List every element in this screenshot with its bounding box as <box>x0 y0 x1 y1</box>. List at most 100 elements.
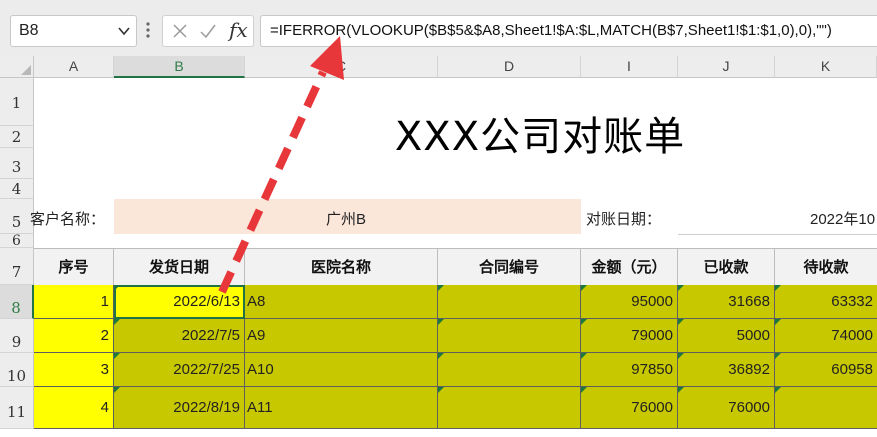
cell-received[interactable]: 31668 <box>678 285 775 319</box>
cell-amount-text: 97850 <box>631 361 673 378</box>
fx-icon[interactable]: fx <box>229 18 248 42</box>
cell-indicator-icon <box>775 285 781 291</box>
cell-received[interactable]: 36892 <box>678 353 775 387</box>
row-header-4[interactable]: 4 <box>0 179 34 199</box>
col-header-d[interactable]: D <box>438 56 581 78</box>
cell-received[interactable]: 5000 <box>678 319 775 353</box>
cell-date[interactable]: 2022/6/13 <box>114 285 245 319</box>
cell-indicator-icon <box>678 285 684 291</box>
enter-check-icon[interactable] <box>199 22 217 40</box>
cell-seq[interactable]: 2 <box>34 319 114 353</box>
cell-indicator-icon <box>438 387 444 393</box>
cell-indicator-icon <box>678 319 684 325</box>
row-header-3[interactable]: 3 <box>0 148 34 179</box>
cell-received-text: 36892 <box>728 361 770 378</box>
cell-date-text: 2022/8/19 <box>173 399 240 416</box>
cell-indicator-icon <box>678 387 684 393</box>
cell-pending[interactable]: 60958 <box>775 353 877 387</box>
header-received[interactable]: 已收款 <box>678 248 775 285</box>
corner-triangle-icon <box>21 65 31 75</box>
cell-pending-text: 60958 <box>831 361 873 378</box>
cell-hospital[interactable]: A9 <box>245 319 438 353</box>
cell-seq[interactable]: 1 <box>34 285 114 319</box>
header-ship-date[interactable]: 发货日期 <box>114 248 245 285</box>
cell-amount-text: 95000 <box>631 293 673 310</box>
formula-buttons: fx <box>162 15 254 47</box>
cell-indicator-icon <box>438 285 444 291</box>
cell-amount[interactable]: 79000 <box>581 319 678 353</box>
cell-indicator-icon <box>775 387 781 393</box>
col-header-a[interactable]: A <box>34 56 114 78</box>
cell-contract[interactable] <box>438 319 581 353</box>
cell-amount[interactable]: 97850 <box>581 353 678 387</box>
col-header-k[interactable]: K <box>775 56 877 78</box>
cell-contract[interactable] <box>438 285 581 319</box>
cell-indicator-icon <box>114 285 120 291</box>
name-box[interactable]: B8 <box>10 15 137 47</box>
name-box-value[interactable]: B8 <box>19 22 39 40</box>
cell-pending[interactable]: 63332 <box>775 285 877 319</box>
cell-indicator-icon <box>581 387 587 393</box>
header-pending[interactable]: 待收款 <box>775 248 877 285</box>
date-value[interactable]: 2022年10 <box>810 208 875 229</box>
col-header-i[interactable]: I <box>581 56 678 78</box>
cell-received-text: 5000 <box>736 327 770 344</box>
cell-pending[interactable] <box>775 387 877 429</box>
row-header-6[interactable]: 6 <box>0 234 34 248</box>
row-header-10[interactable]: 10 <box>0 353 34 387</box>
cell-hospital[interactable]: A8 <box>245 285 438 319</box>
cell-indicator-icon <box>775 319 781 325</box>
col-header-b[interactable]: B <box>114 56 245 78</box>
cell-seq[interactable]: 4 <box>34 387 114 429</box>
cell-indicator-icon <box>581 319 587 325</box>
header-amount[interactable]: 金额（元） <box>581 248 678 285</box>
cell-indicator-icon <box>114 319 120 325</box>
cell-indicator-icon <box>114 353 120 359</box>
cell-seq[interactable]: 3 <box>34 353 114 387</box>
cell-date[interactable]: 2022/8/19 <box>114 387 245 429</box>
cell-hospital[interactable]: A11 <box>245 387 438 429</box>
header-hospital[interactable]: 医院名称 <box>245 248 438 285</box>
cell-date[interactable]: 2022/7/25 <box>114 353 245 387</box>
col-header-c[interactable]: C <box>245 56 438 78</box>
row-header-9[interactable]: 9 <box>0 319 34 353</box>
header-contract[interactable]: 合同编号 <box>438 248 581 285</box>
row-header-11[interactable]: 11 <box>0 387 34 429</box>
cell-received-text: 31668 <box>728 293 770 310</box>
cancel-x-icon[interactable] <box>171 22 189 40</box>
formula-bar-area: B8 fx =IFERROR(VLOOKUP($B$5&$A8,Sheet1!$… <box>0 0 877 56</box>
row-header-5[interactable]: 5 <box>0 199 34 234</box>
cell-contract[interactable] <box>438 353 581 387</box>
cell-indicator-icon <box>678 353 684 359</box>
cell-contract[interactable] <box>438 387 581 429</box>
cell-received[interactable]: 76000 <box>678 387 775 429</box>
cell-date-text: 2022/7/5 <box>181 327 240 344</box>
customer-label: 客户名称： <box>30 211 106 228</box>
cell-amount[interactable]: 95000 <box>581 285 678 319</box>
cell-amount[interactable]: 76000 <box>581 387 678 429</box>
cell-pending-text: 74000 <box>831 327 873 344</box>
customer-value[interactable]: 广州B <box>326 208 366 229</box>
cell-indicator-icon <box>114 387 120 393</box>
cell-amount-text: 79000 <box>631 327 673 344</box>
cell-date-text: 2022/7/25 <box>173 361 240 378</box>
cell-pending[interactable]: 74000 <box>775 319 877 353</box>
cell-received-text: 76000 <box>728 399 770 416</box>
formula-text[interactable]: =IFERROR(VLOOKUP($B$5&$A8,Sheet1!$A:$L,M… <box>270 22 832 39</box>
select-all-corner[interactable] <box>0 56 34 78</box>
sheet-title: XXX公司对账单 <box>394 114 686 160</box>
row-header-2[interactable]: 2 <box>0 126 34 148</box>
cell-date[interactable]: 2022/7/5 <box>114 319 245 353</box>
col-header-j[interactable]: J <box>678 56 775 78</box>
row-header-1[interactable]: 1 <box>0 78 34 126</box>
cell-hospital[interactable]: A10 <box>245 353 438 387</box>
formula-input[interactable]: =IFERROR(VLOOKUP($B$5&$A8,Sheet1!$A:$L,M… <box>260 15 877 47</box>
cell-indicator-icon <box>775 353 781 359</box>
header-seq[interactable]: 序号 <box>34 248 114 285</box>
dropdown-arrow-icon[interactable] <box>116 22 132 40</box>
row-header-7[interactable]: 7 <box>0 248 34 285</box>
more-options-icon[interactable] <box>143 18 153 42</box>
cell-indicator-icon <box>438 319 444 325</box>
cell-indicator-icon <box>438 353 444 359</box>
row-header-8[interactable]: 8 <box>0 285 34 319</box>
